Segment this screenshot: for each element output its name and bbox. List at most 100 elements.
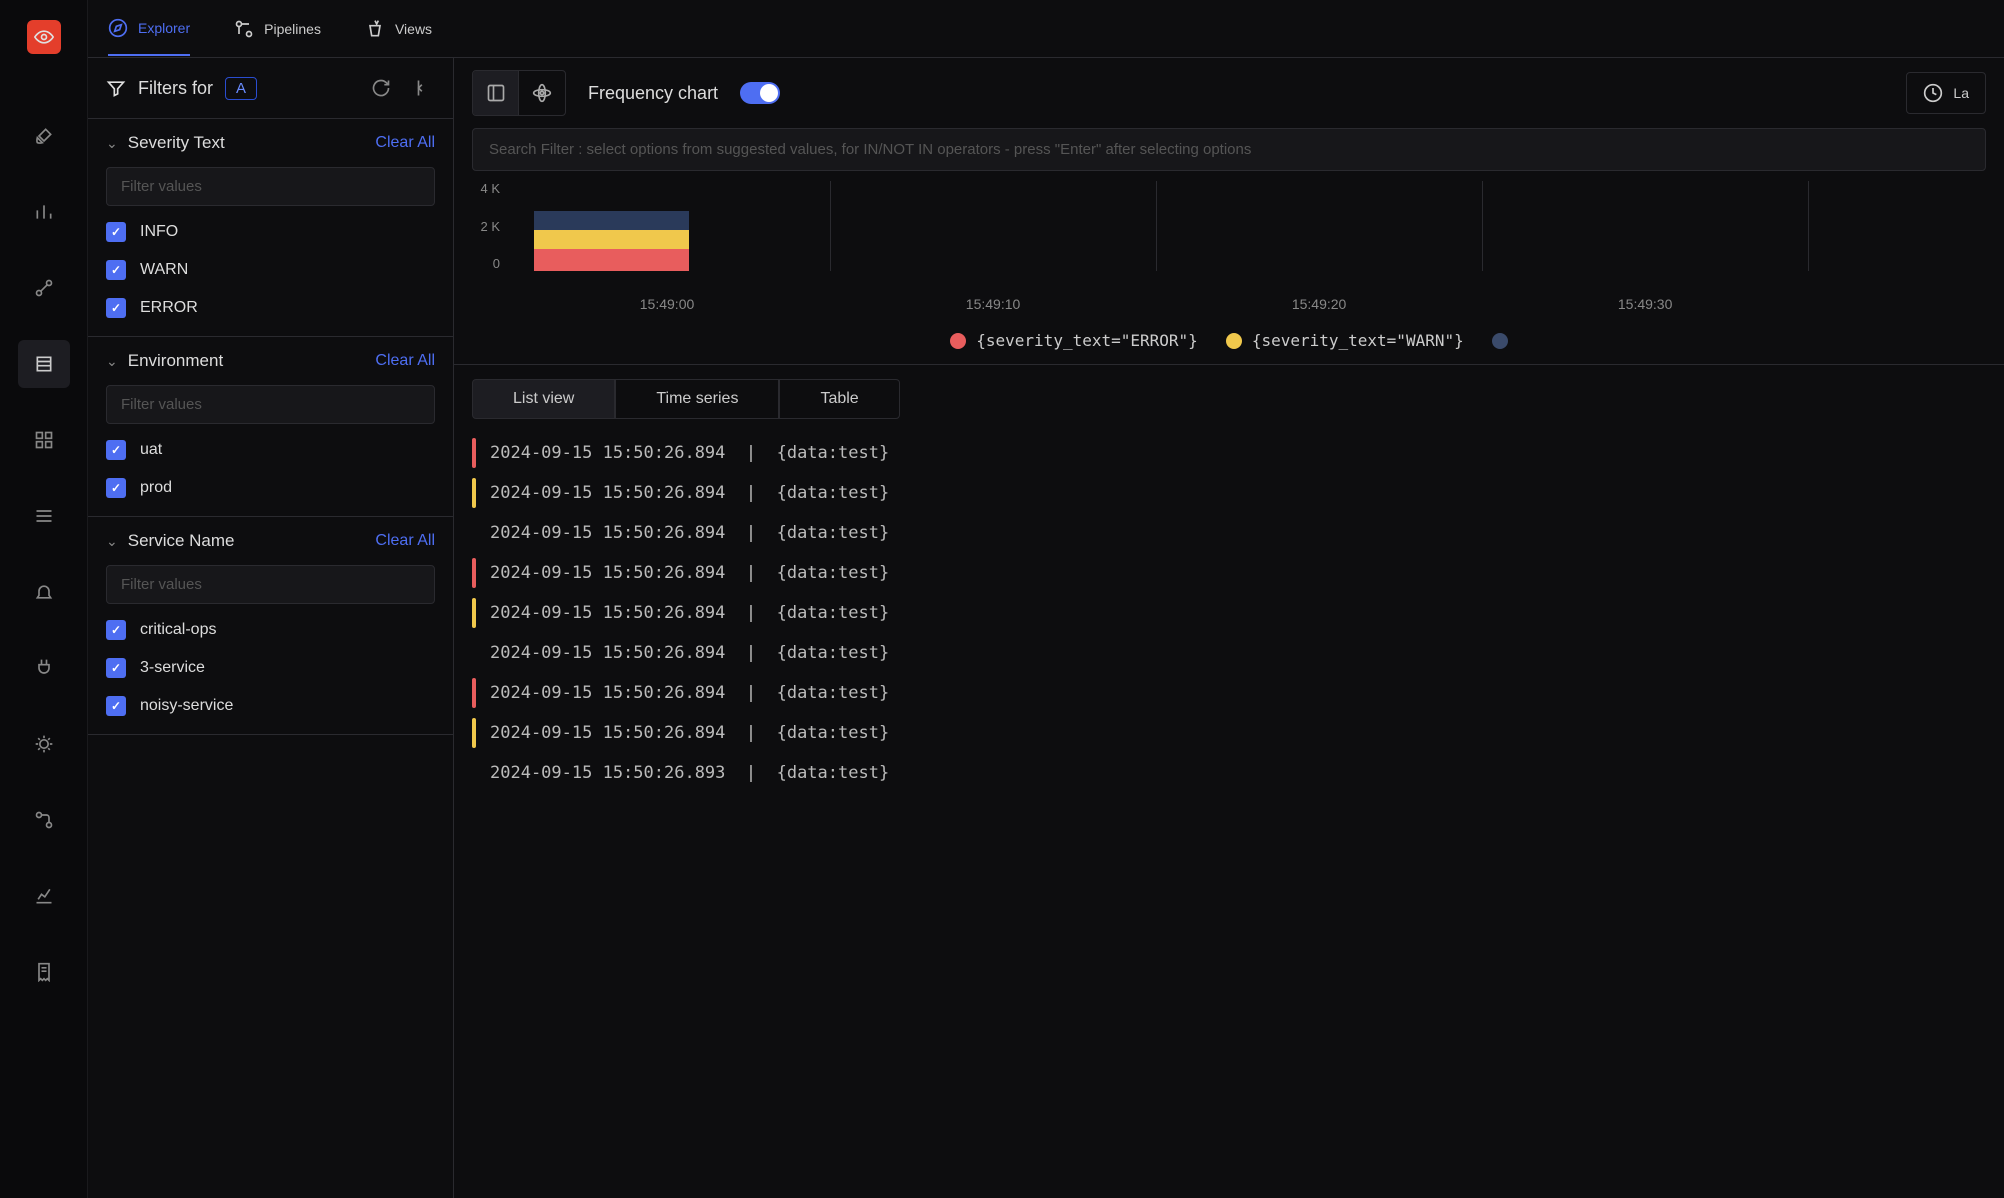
log-row[interactable]: 2024-09-15 15:50:26.894 | {data:test} [472,633,1986,673]
filter-input[interactable] [106,565,435,604]
view-tab-table[interactable]: Table [779,379,899,419]
log-separator: | [725,443,776,463]
checkbox-checked[interactable]: ✓ [106,440,126,460]
frequency-chart[interactable]: 4 K 2 K 0 [454,171,2004,321]
legend-item[interactable]: {severity_text="ERROR"} [950,331,1198,350]
collapse-button[interactable] [407,74,435,102]
logs-list[interactable]: 2024-09-15 15:50:26.894 | {data:test} 20… [454,433,2004,1198]
rail-services[interactable] [18,796,70,844]
log-row[interactable]: 2024-09-15 15:50:26.893 | {data:test} [472,753,1986,793]
rail-messaging[interactable] [18,492,70,540]
rail-integrations[interactable] [18,644,70,692]
log-row[interactable]: 2024-09-15 15:50:26.894 | {data:test} [472,433,1986,473]
filter-section-header[interactable]: ⌄ Environment Clear All [106,351,435,371]
filters-badge[interactable]: A [225,77,257,100]
log-separator: | [725,483,776,503]
filter-section: ⌄ Environment Clear All ✓ uat ✓ prod [88,337,453,517]
filter-value[interactable]: ✓ noisy-service [106,696,435,716]
app-logo[interactable] [27,20,61,54]
log-row[interactable]: 2024-09-15 15:50:26.894 | {data:test} [472,673,1986,713]
filter-input[interactable] [106,385,435,424]
filter-value-label: prod [140,479,172,497]
legend-label: {severity_text="WARN"} [1252,331,1464,350]
checkbox-checked[interactable]: ✓ [106,478,126,498]
log-body: {data:test} [777,683,890,703]
severity-marker [472,438,476,468]
time-range-button[interactable]: La [1906,72,1986,114]
severity-marker [472,478,476,508]
severity-marker [472,638,476,668]
filter-value[interactable]: ✓ ERROR [106,298,435,318]
rail-logs[interactable] [18,340,70,388]
checkbox-checked[interactable]: ✓ [106,222,126,242]
rail-usage[interactable] [18,872,70,920]
nodes-icon [34,278,54,298]
main: Explorer Pipelines Views Filters for A ⌄… [88,0,2004,1198]
eye-icon [34,27,54,47]
rail-alerts[interactable] [18,568,70,616]
view-tab-timeseries[interactable]: Time series [615,379,779,419]
bar-chart-icon [34,202,54,222]
filter-value[interactable]: ✓ prod [106,478,435,498]
clear-all-link[interactable]: Clear All [375,532,435,550]
tab-views[interactable]: Views [365,3,432,55]
filter-input[interactable] [106,167,435,206]
rail-dashboards[interactable] [18,416,70,464]
checkbox-checked[interactable]: ✓ [106,696,126,716]
view-tab-list[interactable]: List view [472,379,615,419]
filter-value-label: WARN [140,261,188,279]
tab-pipelines[interactable]: Pipelines [234,3,321,55]
log-separator: | [725,603,776,623]
filter-value[interactable]: ✓ INFO [106,222,435,242]
top-tabs: Explorer Pipelines Views [88,0,2004,58]
filter-section-header[interactable]: ⌄ Service Name Clear All [106,531,435,551]
log-body: {data:test} [777,723,890,743]
filter-section: ⌄ Service Name Clear All ✓ critical-ops … [88,517,453,735]
tab-label: Views [395,21,432,37]
freq-toggle[interactable] [740,82,780,104]
chevron-down-icon: ⌄ [106,135,118,152]
raw-button[interactable] [473,71,519,115]
chart-y-axis: 4 K 2 K 0 [472,181,500,271]
log-row[interactable]: 2024-09-15 15:50:26.894 | {data:test} [472,473,1986,513]
rail-metrics[interactable] [18,188,70,236]
legend-item[interactable]: {severity_text="WARN"} [1226,331,1464,350]
pipeline-icon [234,19,254,39]
filter-value[interactable]: ✓ 3-service [106,658,435,678]
log-row[interactable]: 2024-09-15 15:50:26.894 | {data:test} [472,553,1986,593]
rail-traces[interactable] [18,264,70,312]
filter-value[interactable]: ✓ WARN [106,260,435,280]
freq-label: Frequency chart [588,83,718,104]
checkbox-checked[interactable]: ✓ [106,298,126,318]
log-separator: | [725,523,776,543]
clear-all-link[interactable]: Clear All [375,134,435,152]
rail-rocket[interactable] [18,112,70,160]
severity-marker [472,598,476,628]
log-timestamp: 2024-09-15 15:50:26.893 [490,763,725,783]
chart-legend: {severity_text="ERROR"} {severity_text="… [454,321,2004,365]
log-row[interactable]: 2024-09-15 15:50:26.894 | {data:test} [472,513,1986,553]
rail-billing[interactable] [18,948,70,996]
clear-all-link[interactable]: Clear All [375,352,435,370]
log-timestamp: 2024-09-15 15:50:26.894 [490,443,725,463]
clock-icon [1923,83,1943,103]
log-row[interactable]: 2024-09-15 15:50:26.894 | {data:test} [472,713,1986,753]
log-body: {data:test} [777,523,890,543]
bug-icon [34,734,54,754]
legend-dot [1226,333,1242,349]
chart-grid [504,181,1986,271]
search-input[interactable] [472,128,1986,171]
checkbox-checked[interactable]: ✓ [106,260,126,280]
format-button[interactable] [519,71,565,115]
filter-value[interactable]: ✓ uat [106,440,435,460]
log-row[interactable]: 2024-09-15 15:50:26.894 | {data:test} [472,593,1986,633]
filter-section-header[interactable]: ⌄ Severity Text Clear All [106,133,435,153]
collapse-icon [411,78,431,98]
checkbox-checked[interactable]: ✓ [106,620,126,640]
tab-explorer[interactable]: Explorer [108,2,190,56]
checkbox-checked[interactable]: ✓ [106,658,126,678]
refresh-button[interactable] [367,74,395,102]
filter-value[interactable]: ✓ critical-ops [106,620,435,640]
rail-exceptions[interactable] [18,720,70,768]
legend-item[interactable] [1492,331,1508,350]
